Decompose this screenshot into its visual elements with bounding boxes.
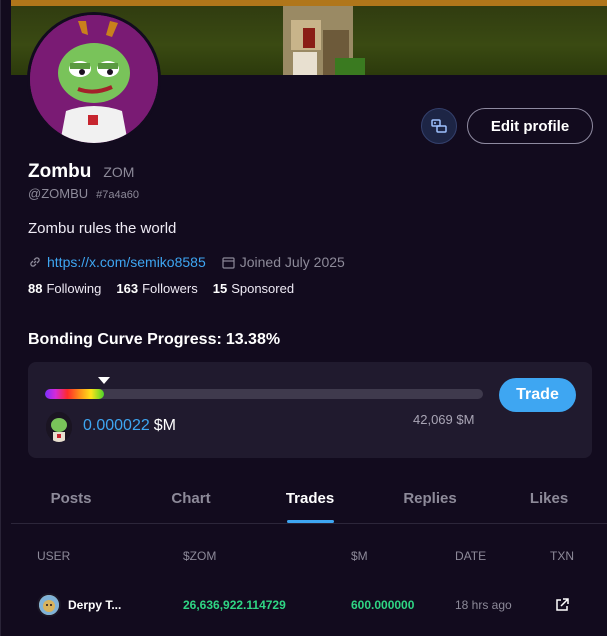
bonding-curve-progress-bar	[45, 389, 483, 399]
trade-user-name[interactable]: Derpy T...	[68, 598, 121, 612]
bonding-curve-card: 0.000022 $M 42,069 $M Trade	[28, 362, 592, 458]
tab-likes[interactable]: Likes	[530, 490, 568, 507]
profile-ticker: ZOM	[103, 164, 135, 180]
profile-page: Edit profile Zombu ZOM @ZOMBU #7a4a60 Zo…	[0, 0, 607, 636]
profile-avatar[interactable]	[27, 12, 161, 146]
token-avatar	[46, 412, 72, 442]
wallet-link-button[interactable]	[421, 108, 457, 144]
token-price: 0.000022 $M	[83, 417, 176, 434]
pepe-avatar-art	[30, 15, 158, 143]
progress-marker-icon	[98, 377, 110, 384]
trade-user-avatar[interactable]	[37, 593, 61, 617]
active-tab-indicator	[287, 520, 334, 523]
tab-replies[interactable]: Replies	[403, 490, 456, 507]
col-header-zom: $ZOM	[183, 549, 217, 563]
trade-m-amount: 600.000000	[351, 598, 415, 612]
followers-stat[interactable]: 163 Followers	[116, 281, 197, 296]
tab-posts[interactable]: Posts	[51, 490, 92, 507]
profile-meta: https://x.com/semiko8585 Joined July 202…	[28, 254, 345, 270]
tab-trades[interactable]: Trades	[286, 490, 334, 507]
profile-handle: @ZOMBU	[28, 186, 89, 201]
profile-link[interactable]: https://x.com/semiko8585	[47, 254, 206, 270]
tab-chart[interactable]: Chart	[171, 490, 210, 507]
external-link-icon[interactable]	[554, 597, 570, 613]
profile-tabs: Posts Chart Trades Replies Likes	[11, 478, 607, 524]
profile-bio: Zombu rules the world	[28, 220, 177, 237]
bonding-curve-title: Bonding Curve Progress: 13.38%	[28, 331, 281, 348]
col-header-date: DATE	[455, 549, 487, 563]
following-stat[interactable]: 88 Following	[28, 281, 101, 296]
col-header-m: $M	[351, 549, 368, 563]
bonding-curve-progress-fill	[45, 389, 104, 399]
trade-zom-amount: 26,636,922.114729	[183, 598, 286, 612]
trade-button[interactable]: Trade	[499, 378, 576, 412]
profile-joined: Joined July 2025	[239, 254, 345, 270]
col-header-user: USER	[37, 549, 71, 563]
profile-handle-row: @ZOMBU #7a4a60	[28, 186, 139, 201]
profile-stats: 88 Following 163 Followers 15 Sponsored	[28, 281, 309, 296]
link-icon	[30, 257, 40, 267]
banner-zombie-art	[273, 0, 369, 75]
wallet-link-icon	[431, 119, 447, 133]
profile-name: Zombu	[28, 161, 92, 182]
trade-date: 18 hrs ago	[455, 598, 512, 612]
col-header-txn: TXN	[550, 549, 574, 563]
market-cap-target: 42,069 $M	[413, 412, 475, 427]
sponsored-stat[interactable]: 15 Sponsored	[213, 281, 294, 296]
calendar-icon	[222, 256, 235, 269]
profile-name-row: Zombu ZOM	[28, 161, 134, 183]
profile-hash: #7a4a60	[96, 189, 139, 201]
edit-profile-button[interactable]: Edit profile	[467, 108, 593, 144]
